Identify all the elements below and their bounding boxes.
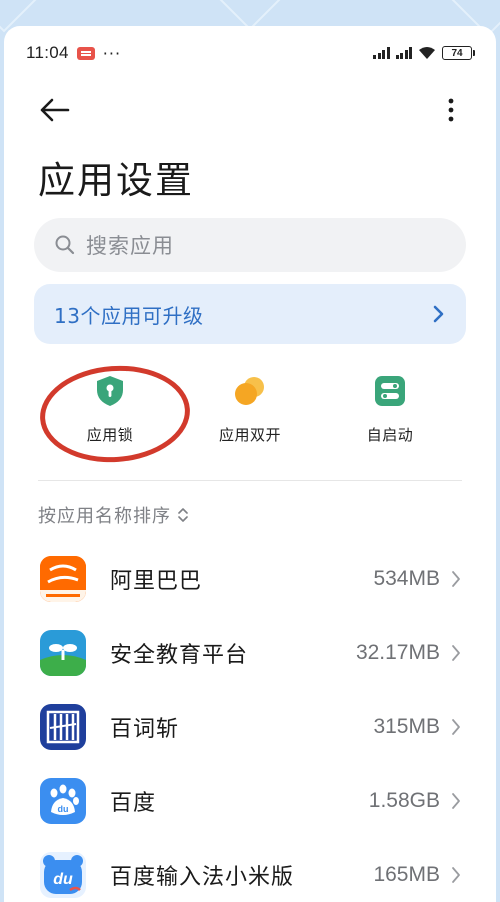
sort-selector[interactable]: 按应用名称排序	[38, 502, 189, 528]
chevron-right-icon	[452, 645, 460, 661]
wifi-icon	[419, 47, 435, 59]
phone-screen: 11:04 ··· 74 应用设置 搜索应用 13个应用可升级 应用锁 应用双开…	[4, 26, 496, 902]
dual-app-icon	[235, 377, 264, 405]
chevron-right-icon	[452, 793, 460, 809]
status-time: 11:04	[26, 43, 69, 62]
more-options-button[interactable]	[436, 90, 466, 130]
svg-text:du: du	[58, 804, 69, 814]
safety-education-icon	[40, 630, 86, 676]
baidu-input-icon: du	[40, 852, 86, 898]
app-name: 百度	[110, 791, 157, 816]
status-bar: 11:04 ··· 74	[4, 26, 496, 80]
signal-icon	[373, 47, 390, 59]
svg-text:du: du	[53, 871, 73, 888]
search-input[interactable]: 搜索应用	[34, 218, 466, 272]
app-name: 安全教育平台	[110, 643, 249, 668]
search-placeholder: 搜索应用	[86, 234, 174, 258]
battery-indicator: 74	[442, 46, 475, 60]
feature-label: 自启动	[366, 426, 414, 444]
app-list-item[interactable]: du 百度 1.58GB	[4, 764, 496, 838]
feature-label: 应用双开	[218, 426, 281, 444]
signal-icon	[395, 47, 412, 59]
sort-toggle-icon	[178, 508, 188, 522]
app-name: 百度输入法小米版	[110, 865, 295, 890]
app-name: 阿里巴巴	[110, 569, 203, 594]
divider	[38, 480, 462, 481]
app-name: 百词斩	[110, 717, 180, 742]
dual-apps-shortcut[interactable]: 应用双开	[190, 374, 310, 454]
app-lock-shortcut[interactable]: 应用锁	[50, 374, 170, 454]
app-list-item[interactable]: 百词斩 315MB	[4, 690, 496, 764]
search-icon	[55, 235, 75, 255]
notification-icon	[76, 46, 95, 60]
sort-label: 按应用名称排序	[38, 506, 171, 527]
baicizhan-icon	[40, 704, 86, 750]
shield-lock-icon	[97, 376, 123, 406]
more-notifications-icon: ···	[102, 43, 122, 63]
app-upgrade-banner[interactable]: 13个应用可升级	[34, 284, 466, 344]
app-size: 32.17MB	[355, 641, 440, 664]
autostart-shortcut[interactable]: 自启动	[330, 374, 450, 454]
feature-label: 应用锁	[86, 426, 134, 444]
chevron-right-icon	[433, 305, 444, 323]
top-app-bar	[4, 90, 496, 130]
app-size: 534MB	[373, 567, 440, 590]
page-title: 应用设置	[38, 159, 194, 202]
back-arrow-icon	[40, 98, 70, 122]
app-list-item[interactable]: 安全教育平台 32.17MB	[4, 616, 496, 690]
baidu-icon: du	[40, 778, 86, 824]
chevron-right-icon	[452, 719, 460, 735]
alibaba-1688-icon	[40, 556, 86, 602]
chevron-right-icon	[452, 867, 460, 883]
app-size: 1.58GB	[368, 789, 440, 812]
app-list-item[interactable]: du 百度输入法小米版 165MB	[4, 838, 496, 902]
back-button[interactable]	[34, 90, 74, 130]
more-vertical-icon	[448, 98, 454, 122]
upgrade-banner-label: 13个应用可升级	[54, 303, 204, 328]
chevron-right-icon	[452, 571, 460, 587]
autostart-icon	[375, 376, 405, 406]
app-size: 315MB	[373, 715, 440, 738]
app-size: 165MB	[373, 863, 440, 886]
app-list-item[interactable]: 阿里巴巴 534MB	[4, 542, 496, 616]
status-indicators: 74	[373, 46, 475, 60]
